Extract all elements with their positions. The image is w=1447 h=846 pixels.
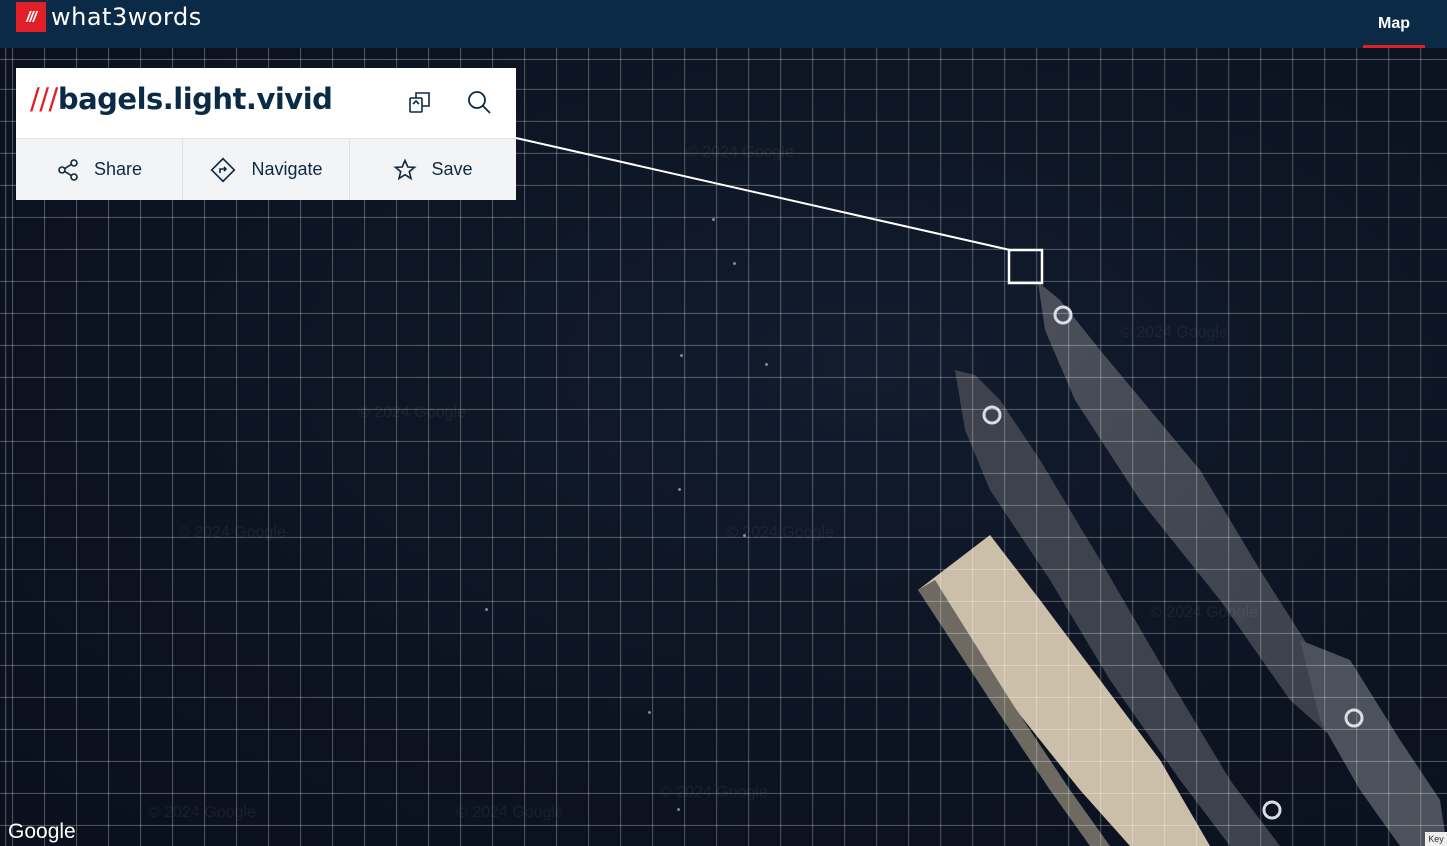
- navigate-icon: [211, 157, 236, 182]
- logo-text: what3words: [51, 3, 202, 31]
- top-nav-bar: /// what3words Map: [0, 0, 1447, 48]
- action-bar: Share Navigate Save: [16, 139, 516, 200]
- logo-mark: ///: [16, 2, 46, 32]
- nav-map-label: Map: [1378, 15, 1410, 32]
- search-button[interactable]: [465, 88, 493, 116]
- navigate-button[interactable]: Navigate: [183, 139, 350, 200]
- navigate-label: Navigate: [251, 159, 323, 179]
- copy-icon: [409, 92, 430, 113]
- address-header: ///bagels.light.vivid: [16, 68, 516, 139]
- share-button[interactable]: Share: [16, 139, 183, 200]
- search-icon: [468, 91, 491, 114]
- selected-square[interactable]: [1007, 248, 1044, 285]
- address-slashes: ///: [30, 82, 58, 116]
- callout-line: [515, 137, 1011, 251]
- keyboard-shortcuts-button[interactable]: Key: [1425, 832, 1447, 846]
- address-panel: ///bagels.light.vivid Share Navigate Sav…: [16, 68, 516, 200]
- what3words-logo[interactable]: /// what3words: [16, 2, 202, 32]
- save-label: Save: [431, 159, 473, 179]
- copy-button[interactable]: [406, 88, 434, 116]
- address-text[interactable]: ///bagels.light.vivid: [30, 82, 333, 116]
- share-label: Share: [93, 159, 143, 179]
- nav-map-tab[interactable]: Map: [1363, 0, 1425, 48]
- star-icon: [393, 157, 418, 180]
- save-button[interactable]: Save: [350, 139, 516, 200]
- share-icon: [58, 158, 78, 181]
- google-attribution: Google: [8, 820, 76, 843]
- address-words: bagels.light.vivid: [57, 82, 333, 116]
